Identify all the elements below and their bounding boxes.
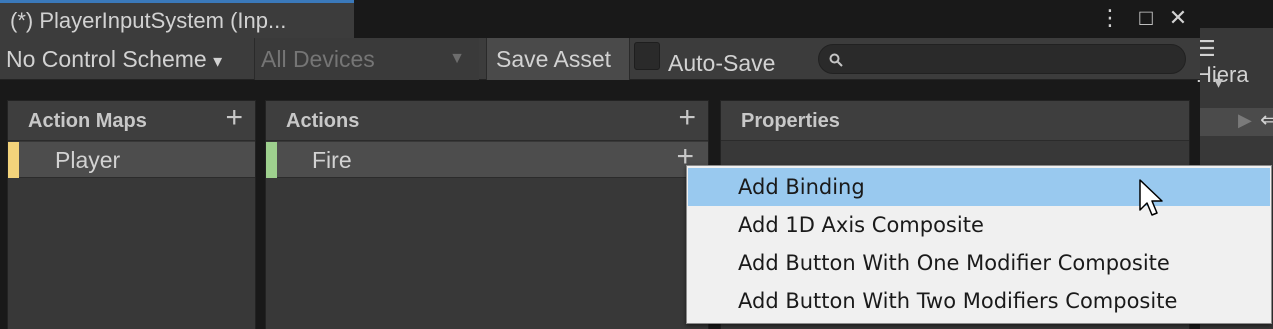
expand-arrow-icon[interactable]: ▶ (1238, 110, 1252, 131)
action-map-label: Player (55, 147, 121, 173)
add-binding-context-menu: Add Binding Add 1D Axis Composite Add Bu… (686, 165, 1272, 324)
hierarchy-header (1200, 0, 1273, 28)
add-action-icon[interactable]: + (678, 101, 696, 135)
action-maps-header: Action Maps + (8, 101, 255, 141)
devices-dropdown[interactable]: All Devices ▼ (254, 38, 479, 80)
action-item-fire[interactable]: Fire + (266, 140, 708, 178)
back-arrow-icon[interactable]: ⇐ (1260, 107, 1273, 133)
save-asset-button[interactable]: Save Asset (486, 38, 630, 80)
menu-item-add-button-one-modifier[interactable]: Add Button With One Modifier Composite (688, 244, 1270, 282)
action-map-color-bar (8, 142, 19, 178)
actions-panel: Actions + Fire + (265, 100, 709, 329)
actions-header: Actions + (266, 101, 708, 141)
actions-title: Actions (286, 110, 360, 132)
action-label: Fire (312, 147, 352, 173)
window-tab[interactable]: (*) PlayerInputSystem (Inp... (0, 0, 354, 38)
maximize-icon[interactable]: □ (1132, 4, 1160, 32)
auto-save-checkbox[interactable] (634, 42, 660, 70)
menu-item-add-button-two-modifiers[interactable]: Add Button With Two Modifiers Composite (688, 282, 1270, 320)
mouse-cursor-icon (1139, 179, 1163, 216)
action-maps-title: Action Maps (28, 110, 147, 132)
hierarchy-dropdown-icon[interactable]: ▾ (1214, 72, 1223, 93)
properties-title: Properties (741, 110, 840, 132)
more-options-icon[interactable]: ⋮ (1096, 4, 1124, 32)
chevron-down-icon: ▾ (213, 51, 223, 71)
window-title: (*) PlayerInputSystem (Inp... (10, 8, 287, 33)
action-color-bar (266, 142, 277, 178)
properties-header: Properties (721, 101, 1189, 141)
control-scheme-dropdown[interactable]: No Control Scheme ▾ (6, 38, 222, 80)
action-map-item-player[interactable]: Player (8, 142, 255, 178)
hierarchy-row[interactable]: ▶ ⇐ (1200, 107, 1273, 136)
search-icon (829, 48, 843, 72)
auto-save-label: Auto-Save (668, 50, 776, 76)
close-icon[interactable]: ✕ (1164, 4, 1192, 32)
action-maps-panel: Action Maps + Player (7, 100, 256, 329)
menu-item-add-1d-axis-composite[interactable]: Add 1D Axis Composite (688, 206, 1270, 244)
add-action-map-icon[interactable]: + (225, 101, 243, 135)
search-input[interactable] (818, 44, 1186, 74)
chevron-down-icon: ▼ (449, 50, 465, 67)
window-title-bar: (*) PlayerInputSystem (Inp... ⋮ □ ✕ (0, 0, 1200, 38)
hierarchy-tab[interactable]: ☰ Hiera (1196, 34, 1273, 87)
menu-item-add-binding[interactable]: Add Binding (688, 168, 1270, 206)
